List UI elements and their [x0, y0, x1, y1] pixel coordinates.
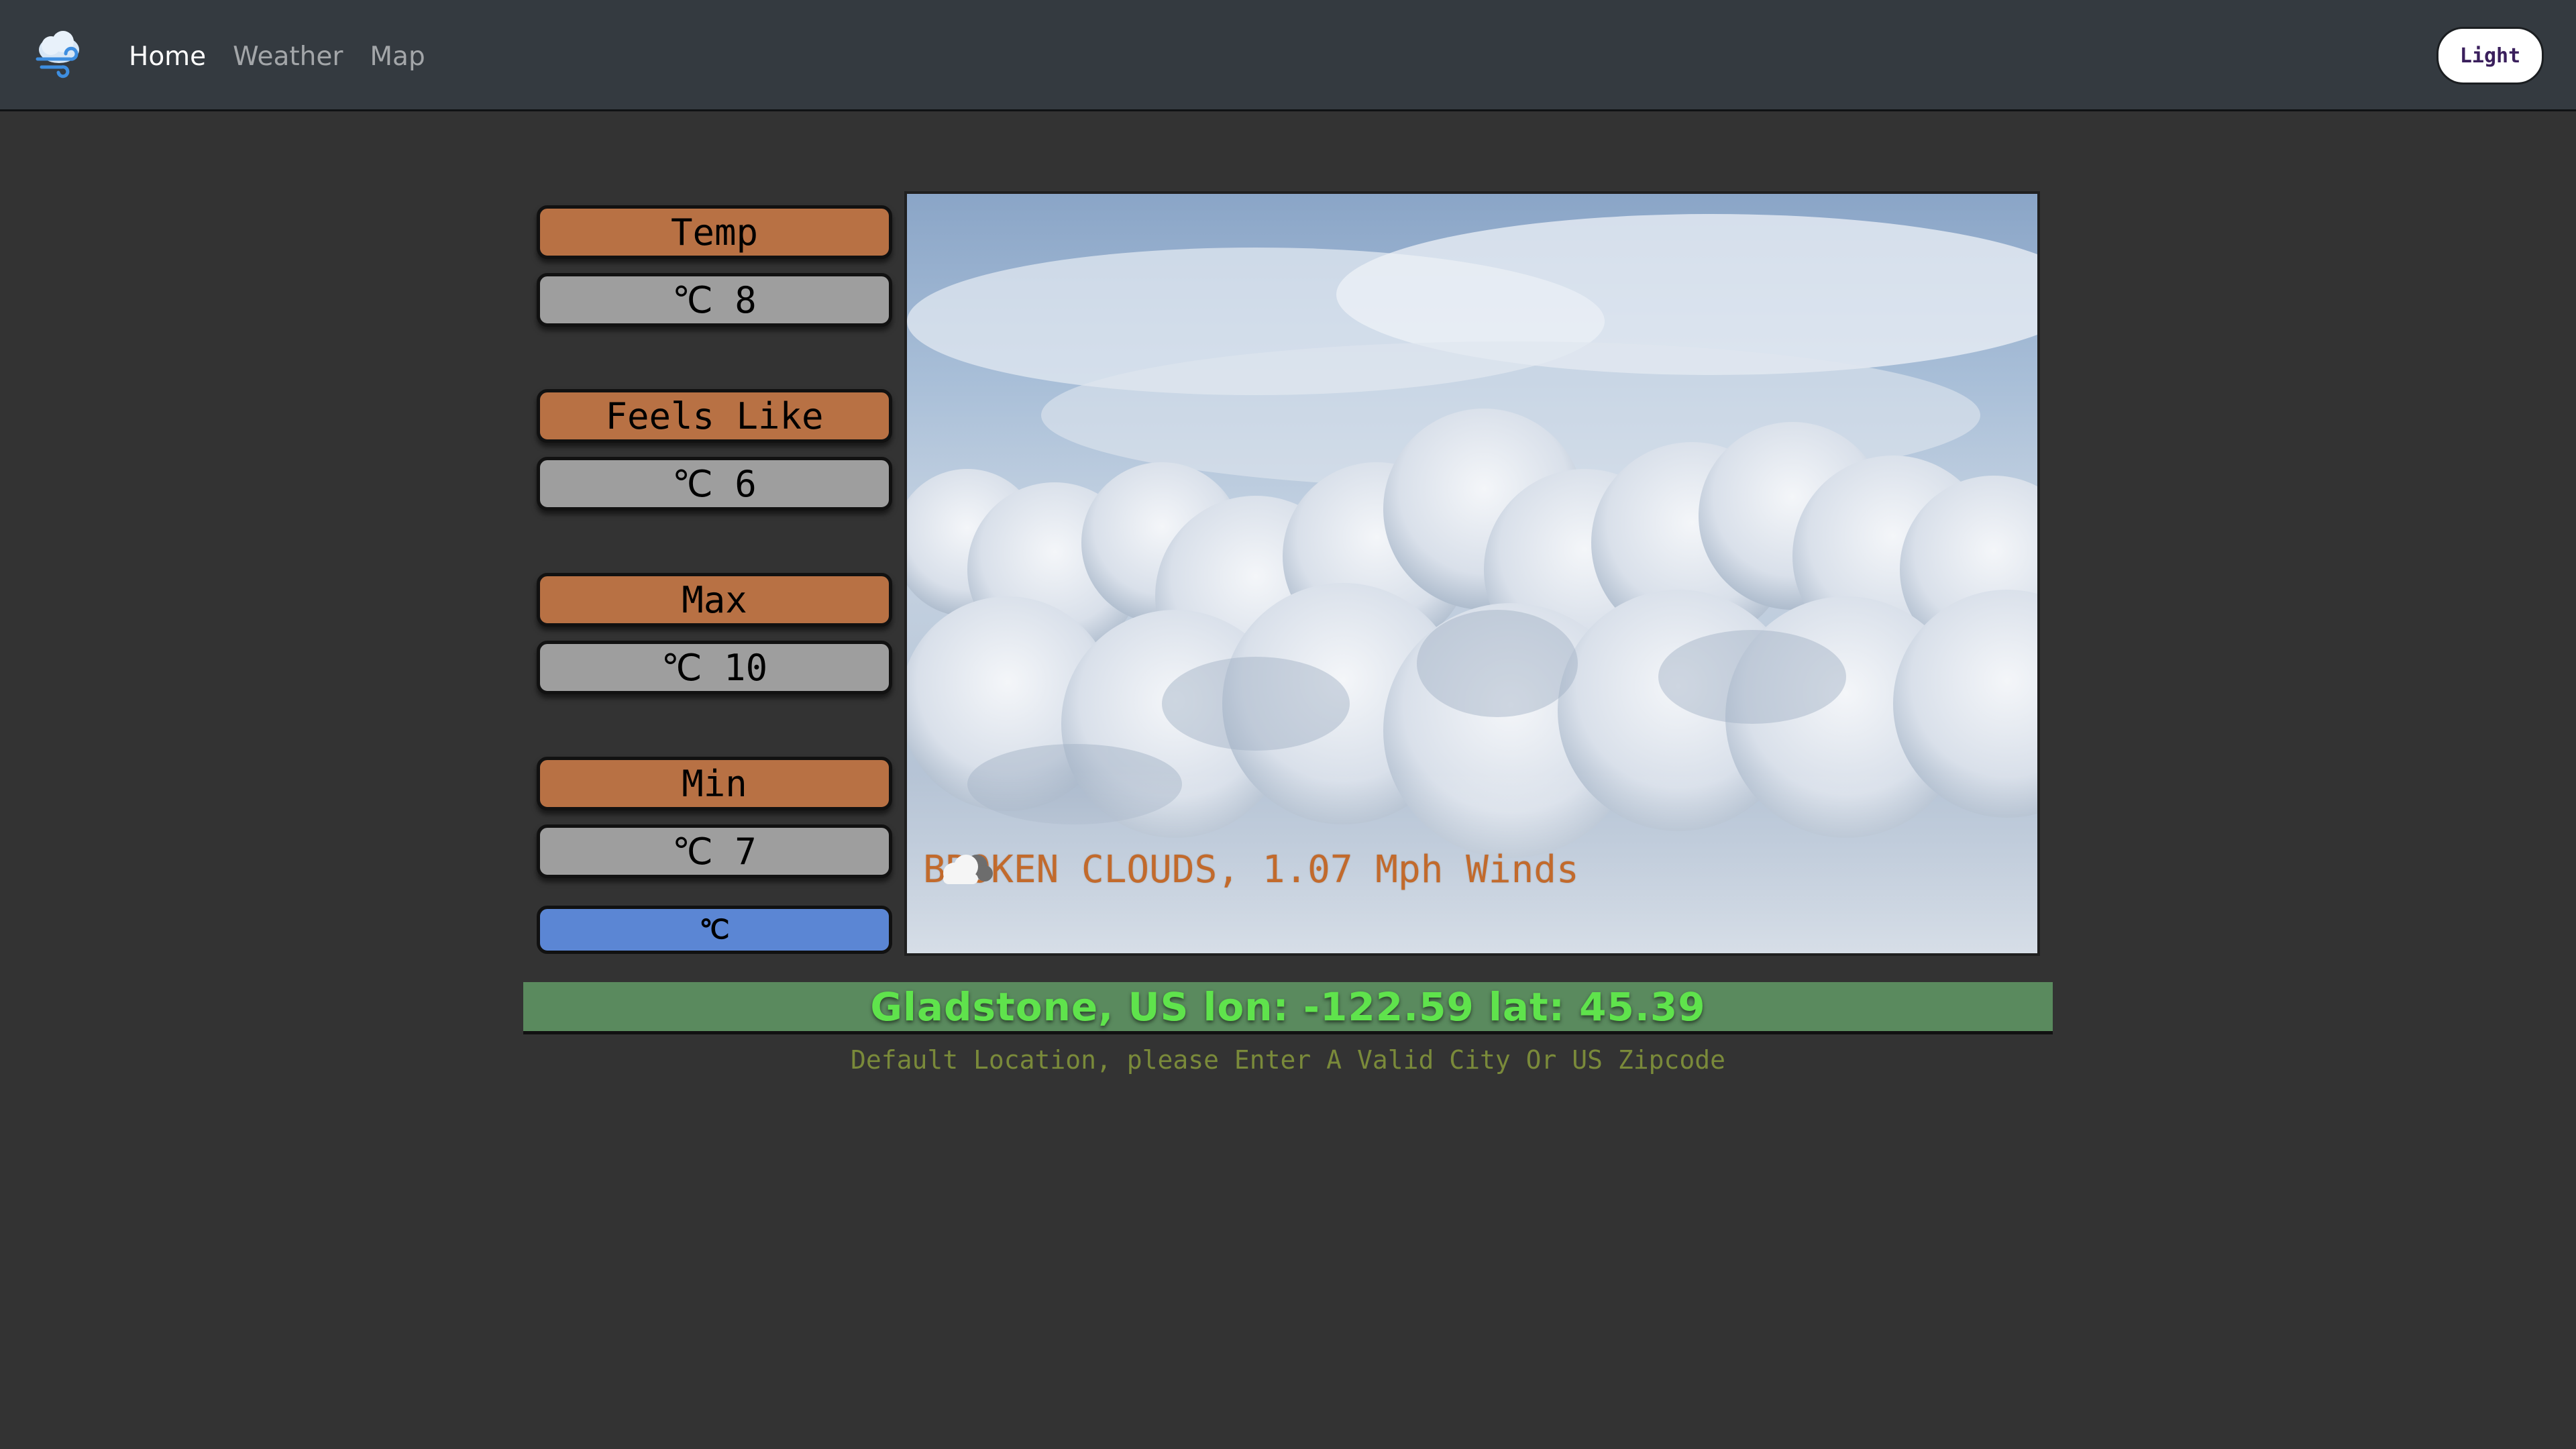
sky-clouds-image — [907, 214, 2037, 953]
cloud-icon — [943, 855, 993, 884]
condition-text: BROKEN CLOUDS, 1.07 Mph Winds — [923, 848, 1579, 892]
nav-link-map[interactable]: Map — [370, 42, 425, 72]
stat-value: ℃ 10 — [537, 641, 892, 694]
stat-temp: Temp ℃ 8 — [537, 205, 892, 389]
stat-label: Max — [537, 573, 892, 627]
stat-value: ℃ 6 — [537, 457, 892, 511]
stat-label: Temp — [537, 205, 892, 259]
stat-label: Min — [537, 757, 892, 810]
location-text: Gladstone, US lon: -122.59 lat: 45.39 — [870, 983, 1706, 1030]
nav-link-weather[interactable]: Weather — [233, 42, 343, 72]
nav-link-home[interactable]: Home — [129, 42, 206, 72]
navbar: Home Weather Map Light — [0, 0, 2576, 111]
nav-links: Home Weather Map — [129, 35, 425, 78]
stat-value: ℃ 7 — [537, 824, 892, 878]
stat-value: ℃ 8 — [537, 273, 892, 327]
stat-label: Feels Like — [537, 389, 892, 443]
stat-max: Max ℃ 10 — [537, 573, 892, 757]
cloud-wind-icon[interactable] — [28, 25, 87, 85]
weather-condition: BROKEN CLOUDS, 1.07 Mph Winds — [923, 848, 1579, 892]
weather-stats: Temp ℃ 8 Feels Like ℃ 6 Max ℃ 10 Min ℃ 7 — [537, 205, 892, 941]
unit-toggle-button[interactable]: ℃ — [537, 906, 892, 954]
location-bar: Gladstone, US lon: -122.59 lat: 45.39 — [523, 982, 2053, 1034]
weather-image-panel: BROKEN CLOUDS, 1.07 Mph Winds — [904, 191, 2040, 956]
theme-toggle-button[interactable]: Light — [2436, 27, 2544, 85]
stat-feels-like: Feels Like ℃ 6 — [537, 389, 892, 573]
location-note: Default Location, please Enter A Valid C… — [850, 1045, 1726, 1075]
